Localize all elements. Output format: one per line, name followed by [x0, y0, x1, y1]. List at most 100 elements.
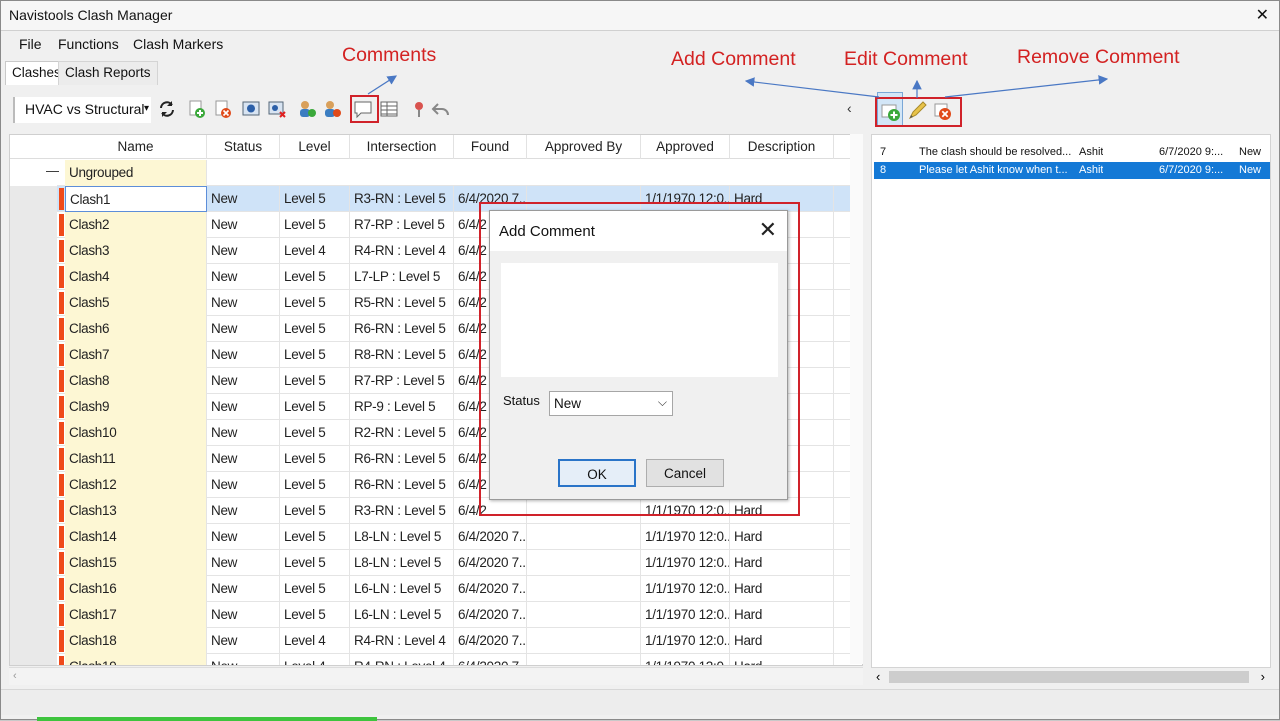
row-header[interactable] [10, 472, 57, 498]
clash-marker [59, 188, 64, 210]
cell-name[interactable]: Clash3 [65, 238, 207, 264]
cell-intersection: R7-RP : Level 5 [350, 368, 454, 394]
cell-name[interactable]: Clash10 [65, 420, 207, 446]
cell-name[interactable]: Clash6 [65, 316, 207, 342]
grid-horizontal-scrollbar[interactable]: ‹ [9, 667, 863, 685]
col-intersection[interactable]: Intersection [350, 135, 454, 159]
zoom-clear-icon[interactable] [267, 99, 287, 119]
cell-status: New [207, 446, 280, 472]
cell-name[interactable]: Clash19 [65, 654, 207, 665]
cell-level: Level 5 [280, 420, 350, 446]
comment-buttons-highlight-box [875, 97, 962, 127]
refresh-icon[interactable] [157, 99, 177, 119]
row-header[interactable] [10, 368, 57, 394]
row-header[interactable] [10, 342, 57, 368]
scroll-right-icon[interactable]: › [1261, 669, 1265, 684]
marker-pin-icon[interactable] [409, 99, 429, 119]
cell-name[interactable]: Clash7 [65, 342, 207, 368]
dialog-highlight-box [479, 202, 800, 516]
row-header[interactable] [10, 550, 57, 576]
cell-intersection: R4-RN : Level 4 [350, 628, 454, 654]
table-row[interactable]: Clash17 New Level 5 L6-LN : Level 5 6/4/2020… [10, 602, 862, 628]
row-header[interactable] [10, 186, 57, 212]
cell-name[interactable]: Clash11 [65, 446, 207, 472]
col-approved-by[interactable]: Approved By [527, 135, 641, 159]
comments-horizontal-scrollbar[interactable]: ‹ › [871, 667, 1271, 685]
view-clash-icon[interactable] [241, 99, 261, 119]
col-approved[interactable]: Approved [641, 135, 730, 159]
menu-clash-markers[interactable]: Clash Markers [133, 36, 223, 52]
row-header[interactable] [10, 576, 57, 602]
title-bar: Navistools Clash Manager ✕ [1, 1, 1279, 31]
table-row[interactable]: Clash14 New Level 5 L8-LN : Level 5 6/4/2020… [10, 524, 862, 550]
cell-level: Level 4 [280, 628, 350, 654]
row-header[interactable] [10, 524, 57, 550]
row-header[interactable] [10, 238, 57, 264]
row-header[interactable] [10, 654, 57, 665]
table-view-icon[interactable] [379, 99, 399, 119]
remove-clash-icon[interactable] [213, 99, 233, 119]
undo-icon[interactable] [431, 99, 451, 119]
comment-row[interactable]: 7 The clash should be resolved... Ashit … [874, 144, 1270, 161]
col-name[interactable]: Name [65, 135, 207, 159]
clash-test-select[interactable]: HVAC vs Structural ▾ [13, 97, 151, 123]
menu-file[interactable]: File [19, 36, 42, 52]
close-icon[interactable]: ✕ [1256, 5, 1269, 25]
row-header[interactable] [10, 394, 57, 420]
cell-name[interactable]: Clash18 [65, 628, 207, 654]
col-found[interactable]: Found [454, 135, 527, 159]
col-level[interactable]: Level [280, 135, 350, 159]
group-label: Ungrouped [65, 160, 207, 186]
cell-name[interactable]: Clash17 [65, 602, 207, 628]
progress-bar [37, 717, 377, 721]
cell-approved: 1/1/1970 12:0... [641, 576, 730, 602]
cell-name[interactable]: Clash8 [65, 368, 207, 394]
table-row[interactable]: Clash16 New Level 5 L6-LN : Level 5 6/4/2020… [10, 576, 862, 602]
row-header[interactable] [10, 498, 57, 524]
cell-name[interactable]: Clash14 [65, 524, 207, 550]
clash-marker [59, 344, 64, 366]
comment-id: 8 [880, 164, 887, 176]
cell-name[interactable]: Clash1 [65, 186, 207, 212]
grid-vertical-scrollbar[interactable] [850, 134, 863, 664]
row-header[interactable] [10, 602, 57, 628]
cell-name[interactable]: Clash15 [65, 550, 207, 576]
row-header[interactable] [10, 628, 57, 654]
cell-name[interactable]: Clash16 [65, 576, 207, 602]
add-clash-icon[interactable] [187, 99, 207, 119]
row-header[interactable] [10, 290, 57, 316]
cell-found: 6/4/2020 7... [454, 654, 527, 665]
cell-intersection: R8-RN : Level 5 [350, 342, 454, 368]
scroll-thumb[interactable] [889, 671, 1249, 683]
cell-intersection: L6-LN : Level 5 [350, 602, 454, 628]
tab-clash-reports[interactable]: Clash Reports [58, 61, 158, 85]
row-header[interactable] [10, 212, 57, 238]
cell-name[interactable]: Clash12 [65, 472, 207, 498]
clash-marker [59, 656, 64, 665]
row-header[interactable] [10, 446, 57, 472]
cell-status: New [207, 576, 280, 602]
unassign-user-icon[interactable] [322, 99, 342, 119]
menu-functions[interactable]: Functions [58, 36, 119, 52]
row-header[interactable] [10, 316, 57, 342]
row-header[interactable] [10, 264, 57, 290]
collapse-group-icon[interactable]: — [46, 163, 59, 178]
table-row[interactable]: Clash18 New Level 4 R4-RN : Level 4 6/4/2020… [10, 628, 862, 654]
comment-row-selected[interactable]: 8 Please let Ashit know when t... Ashit … [874, 162, 1270, 179]
cell-name[interactable]: Clash4 [65, 264, 207, 290]
col-description[interactable]: Description [730, 135, 834, 159]
cell-name[interactable]: Clash2 [65, 212, 207, 238]
group-row[interactable]: — Ungrouped [10, 160, 862, 186]
clash-marker [59, 552, 64, 574]
row-header[interactable] [10, 420, 57, 446]
cell-name[interactable]: Clash9 [65, 394, 207, 420]
assign-user-icon[interactable] [297, 99, 317, 119]
table-row[interactable]: Clash15 New Level 5 L8-LN : Level 5 6/4/2020… [10, 550, 862, 576]
col-status[interactable]: Status [207, 135, 280, 159]
scroll-left-icon[interactable]: ‹ [13, 670, 17, 682]
cell-name[interactable]: Clash13 [65, 498, 207, 524]
cell-name[interactable]: Clash5 [65, 290, 207, 316]
scroll-left-icon[interactable]: ‹ [876, 669, 880, 684]
table-row[interactable]: Clash19NewLevel 4R4-RN : Level 46/4/2020… [10, 654, 862, 665]
collapse-panel-icon[interactable]: ‹ [847, 100, 852, 116]
